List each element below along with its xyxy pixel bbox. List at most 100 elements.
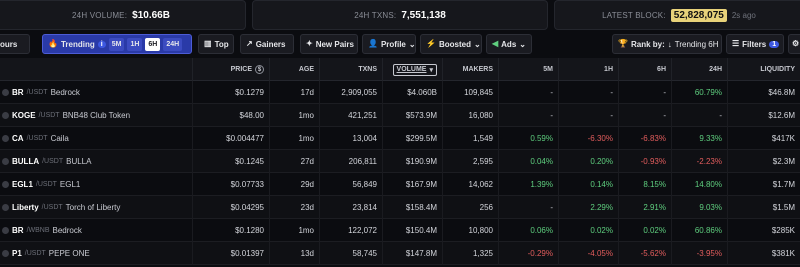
col-age[interactable]: AGE [269, 58, 319, 81]
user-icon: 👤 [368, 39, 378, 48]
col-liquidity[interactable]: LIQUIDITY [727, 58, 800, 81]
quote-token: /WBNB [26, 227, 50, 234]
txns-cell: 206,811 [319, 150, 382, 173]
makers-cell: 2,595 [442, 150, 498, 173]
token-symbol: EGL1 [12, 180, 33, 189]
token-name: Bedrock [50, 88, 80, 97]
token-name: BNB48 Club Token [62, 111, 131, 120]
chevron-down-icon: ⌄ [473, 39, 481, 49]
change-1h-cell: - [558, 104, 618, 127]
change-6h-cell: 0.02% [618, 219, 671, 242]
col-1h[interactable]: 1H [558, 58, 618, 81]
profile-button[interactable]: 👤 Profile ⌄ [362, 34, 416, 54]
txns-cell: 122,072 [319, 219, 382, 242]
txns-cell: 23,814 [319, 196, 382, 219]
volume-cell: $158.4M [382, 196, 442, 219]
token-cell[interactable]: Liberty/USDT Torch of Liberty [0, 196, 192, 219]
change-1h-cell: -6.30% [558, 127, 618, 150]
makers-cell: 1,549 [442, 127, 498, 150]
quote-token: /USDT [26, 89, 48, 96]
megaphone-icon: ◀ [492, 39, 499, 48]
token-cell[interactable]: BULLA/USDT BULLA [0, 150, 192, 173]
token-name: Bedrock [52, 226, 82, 235]
trending-button[interactable]: 🔥 Trending i 5M 1H 6H 24H [42, 34, 192, 54]
token-name: PEPE ONE [48, 249, 90, 258]
age-cell: 1mo [269, 104, 319, 127]
rank-by-button[interactable]: 🏆 Rank by: ↓ Trending 6H [612, 34, 722, 54]
change-1h-cell: -4.05% [558, 242, 618, 265]
age-cell: 27d [269, 150, 319, 173]
txns-value: 7,551,138 [401, 9, 446, 21]
col-24h[interactable]: 24H [671, 58, 727, 81]
txns-cell: 58,745 [319, 242, 382, 265]
price-cell: $0.1279 [192, 81, 269, 104]
hours-button[interactable]: ours [0, 34, 30, 54]
volume-sort[interactable]: VOLUME ▾ [392, 63, 437, 76]
change-6h-cell: 2.91% [618, 196, 671, 219]
token-cell[interactable]: KOGE/USDT BNB48 Club Token [0, 104, 192, 127]
price-cell: $0.004477 [192, 127, 269, 150]
table-row[interactable]: EGL1/USDT EGL1 $0.07733 29d 56,849 $167.9M 14,… [0, 173, 800, 196]
col-makers[interactable]: MAKERS [442, 58, 498, 81]
token-cell[interactable]: BR/USDT Bedrock [0, 81, 192, 104]
top-button[interactable]: ▥ Top [198, 34, 234, 54]
boosted-button[interactable]: ⚡ Boosted ⌄ [420, 34, 482, 54]
volume-value: $10.66B [132, 9, 170, 21]
age-cell: 1mo [269, 219, 319, 242]
period-24h[interactable]: 24H [163, 37, 183, 51]
token-symbol: BULLA [12, 157, 40, 166]
table-row[interactable]: Liberty/USDT Torch of Liberty $0.04295 23d 2… [0, 196, 800, 219]
volume-cell: $150.4M [382, 219, 442, 242]
col-price[interactable]: PRICE $ [192, 58, 269, 81]
table-row[interactable]: CA/USDT Caila $0.004477 1mo 13,004 $299.5M 1,5… [0, 127, 800, 150]
quote-token: /USDT [42, 158, 64, 165]
txns-cell: 56,849 [319, 173, 382, 196]
volume-label: 24H VOLUME: [72, 10, 128, 20]
settings-button[interactable]: ⚙ [788, 34, 800, 54]
token-cell[interactable]: BR/WBNB Bedrock [0, 219, 192, 242]
col-txns[interactable]: TXNS [319, 58, 382, 81]
period-6h[interactable]: 6H [145, 37, 161, 51]
block-stat: LATEST BLOCK: 52,828,075 2s ago [554, 0, 800, 30]
ads-button[interactable]: ◀ Ads ⌄ [486, 34, 532, 54]
col-5m[interactable]: 5M [498, 58, 558, 81]
change-5m-cell: 0.59% [498, 127, 558, 150]
liquidity-cell: $12.6M [727, 104, 800, 127]
change-24h-cell: -2.23% [671, 150, 727, 173]
token-cell[interactable]: P1/USDT PEPE ONE [0, 242, 192, 265]
change-5m-cell: -0.29% [498, 242, 558, 265]
volume-stat: 24H VOLUME: $10.66B [0, 0, 246, 30]
bar-chart-icon: ▥ [204, 39, 212, 48]
table-row[interactable]: KOGE/USDT BNB48 Club Token $48.00 1mo 421,25… [0, 104, 800, 127]
price-cell: $0.04295 [192, 196, 269, 219]
info-icon[interactable]: i [97, 40, 106, 48]
token-cell[interactable]: EGL1/USDT EGL1 [0, 173, 192, 196]
token-cell[interactable]: CA/USDT Caila [0, 127, 192, 150]
change-6h-cell: -0.93% [618, 150, 671, 173]
table-row[interactable]: P1/USDT PEPE ONE $0.01397 13d 58,745 $147.8M 1… [0, 242, 800, 265]
gainers-button[interactable]: ↗ Gainers [240, 34, 294, 54]
change-24h-cell: - [671, 104, 727, 127]
volume-cell: $573.9M [382, 104, 442, 127]
table-body: BR/USDT Bedrock $0.1279 17d 2,909,055 $4.060B… [0, 81, 800, 267]
new-pairs-button[interactable]: ✦ New Pairs [300, 34, 358, 54]
quote-token: /USDT [41, 204, 63, 211]
token-symbol: KOGE [12, 111, 36, 120]
col-6h[interactable]: 6H [618, 58, 671, 81]
table-row[interactable]: BR/USDT Bedrock $0.1279 17d 2,909,055 $4.060B… [0, 81, 800, 104]
token-logo-icon [2, 227, 9, 234]
change-24h-cell: -3.95% [671, 242, 727, 265]
price-cell: $48.00 [192, 104, 269, 127]
col-volume[interactable]: VOLUME ▾ [382, 58, 442, 81]
table-row[interactable]: BR/WBNB Bedrock $0.1280 1mo 122,072 $150.4M 10… [0, 219, 800, 242]
volume-cell: $299.5M [382, 127, 442, 150]
filter-bar: ours 🔥 Trending i 5M 1H 6H 24H ▥ Top ↗ G… [0, 31, 800, 57]
token-name: BULLA [66, 157, 92, 166]
period-5m[interactable]: 5M [108, 37, 125, 51]
table-row[interactable]: BULLA/USDT BULLA $0.1245 27d 206,811 $190.9M 2… [0, 150, 800, 173]
change-5m-cell: - [498, 196, 558, 219]
volume-cell: $190.9M [382, 150, 442, 173]
liquidity-cell: $2.3M [727, 150, 800, 173]
filters-button[interactable]: ☰ Filters 1 [726, 34, 784, 54]
period-1h[interactable]: 1H [127, 37, 143, 51]
